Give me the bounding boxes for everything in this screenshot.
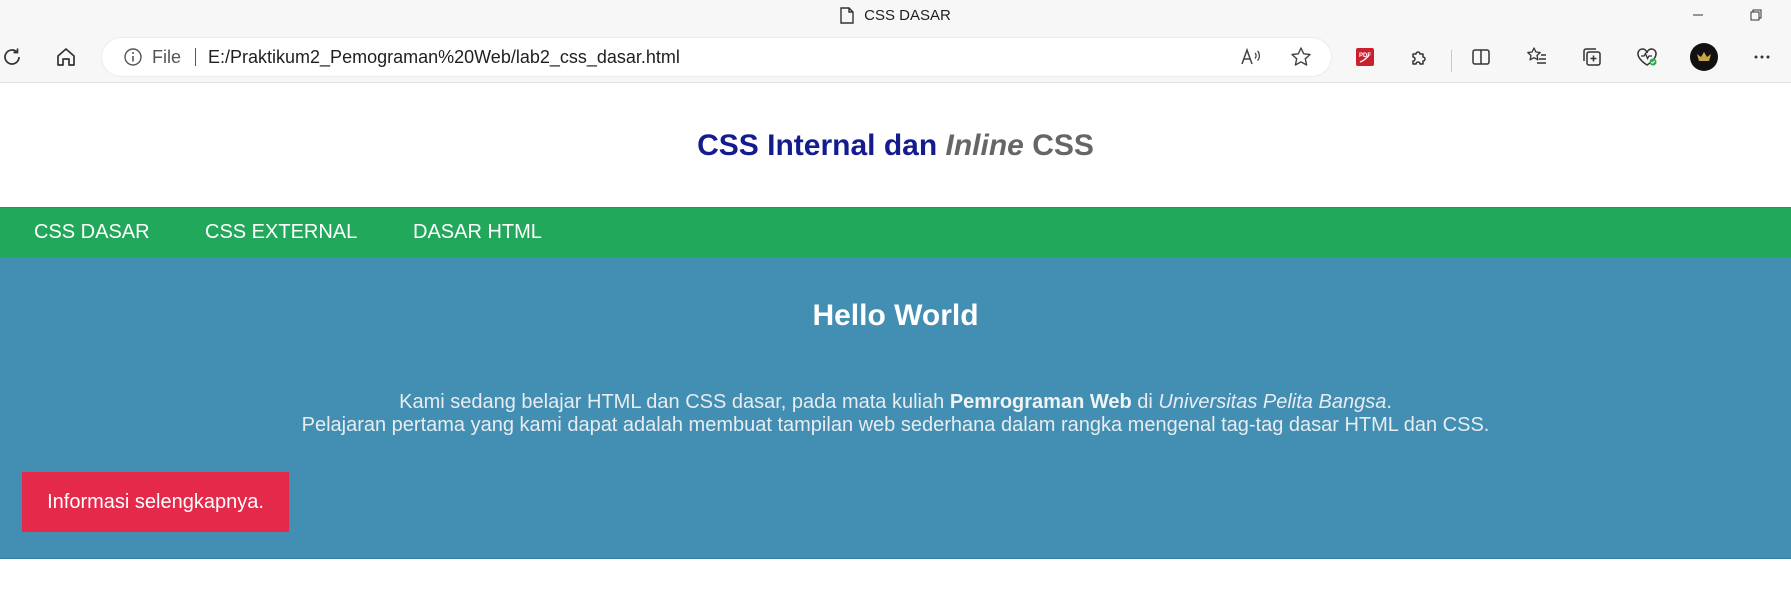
nav-link-css-dasar[interactable]: CSS DASAR [34,221,150,244]
page-title: CSS Internal dan Inline CSS [697,129,1094,163]
hero-line1-italic: Universitas Pelita Bangsa [1158,391,1387,413]
title-bar: CSS DASAR [0,0,1791,30]
favorite-star-icon[interactable] [1290,46,1312,68]
more-menu-icon[interactable] [1744,39,1780,75]
web-page: CSS Internal dan Inline CSS CSS DASAR CS… [0,84,1791,600]
file-label: File [152,46,182,67]
more-info-button[interactable]: Informasi selengkapnya. [22,472,289,532]
hero-line1-end: . [1386,391,1392,413]
split-screen-icon[interactable] [1463,39,1499,75]
browser-toolbar: File E:/Praktikum2_Pemograman%20Web/lab2… [0,30,1791,83]
title-inline-word: Inline [945,128,1024,162]
hero-section: Hello World Kami sedang belajar HTML dan… [0,257,1791,559]
favorites-icon[interactable] [1519,39,1555,75]
pdf-extension-icon[interactable]: PDF [1347,39,1383,75]
hero-line-1: Kami sedang belajar HTML dan CSS dasar, … [0,391,1791,414]
pdf-label: PDF [1359,53,1371,59]
restore-icon[interactable] [1733,0,1779,30]
address-divider [195,48,197,66]
title-part-inline: Inline CSS [946,129,1094,162]
hero-paragraph: Kami sedang belajar HTML dan CSS dasar, … [0,391,1791,437]
address-bar[interactable]: File E:/Praktikum2_Pemograman%20Web/lab2… [102,38,1331,76]
profile-avatar[interactable] [1686,39,1722,75]
browser-essentials-icon[interactable] [1629,39,1665,75]
title-part-internal: CSS Internal dan [697,128,938,162]
read-aloud-icon[interactable] [1240,46,1262,68]
info-icon[interactable] [123,47,143,67]
document-icon [840,6,854,24]
toolbar-divider [1451,50,1452,72]
hero-line1-bold: Pemrograman Web [949,391,1132,413]
window-title-text: CSS DASAR [864,6,951,24]
title-css-word: CSS [1032,128,1094,162]
page-header: CSS Internal dan Inline CSS [0,84,1791,207]
extensions-puzzle-icon[interactable] [1402,39,1438,75]
hero-line1-mid: di [1137,391,1153,413]
window-title: CSS DASAR [0,0,1791,30]
collections-icon[interactable] [1574,39,1610,75]
minimize-icon[interactable] [1675,0,1721,30]
hero-line1-pre: Kami sedang belajar HTML dan CSS dasar, … [399,391,945,413]
nav-link-css-external[interactable]: CSS EXTERNAL [205,221,357,244]
url-text[interactable]: E:/Praktikum2_Pemograman%20Web/lab2_css_… [208,47,680,68]
hero-line-2: Pelajaran pertama yang kami dapat adalah… [301,414,1490,436]
nav-link-dasar-html[interactable]: DASAR HTML [413,221,542,244]
hero-title: Hello World [812,299,979,332]
home-icon[interactable] [48,39,84,75]
main-nav: CSS DASAR CSS EXTERNAL DASAR HTML [0,207,1791,257]
refresh-icon[interactable] [0,39,30,75]
